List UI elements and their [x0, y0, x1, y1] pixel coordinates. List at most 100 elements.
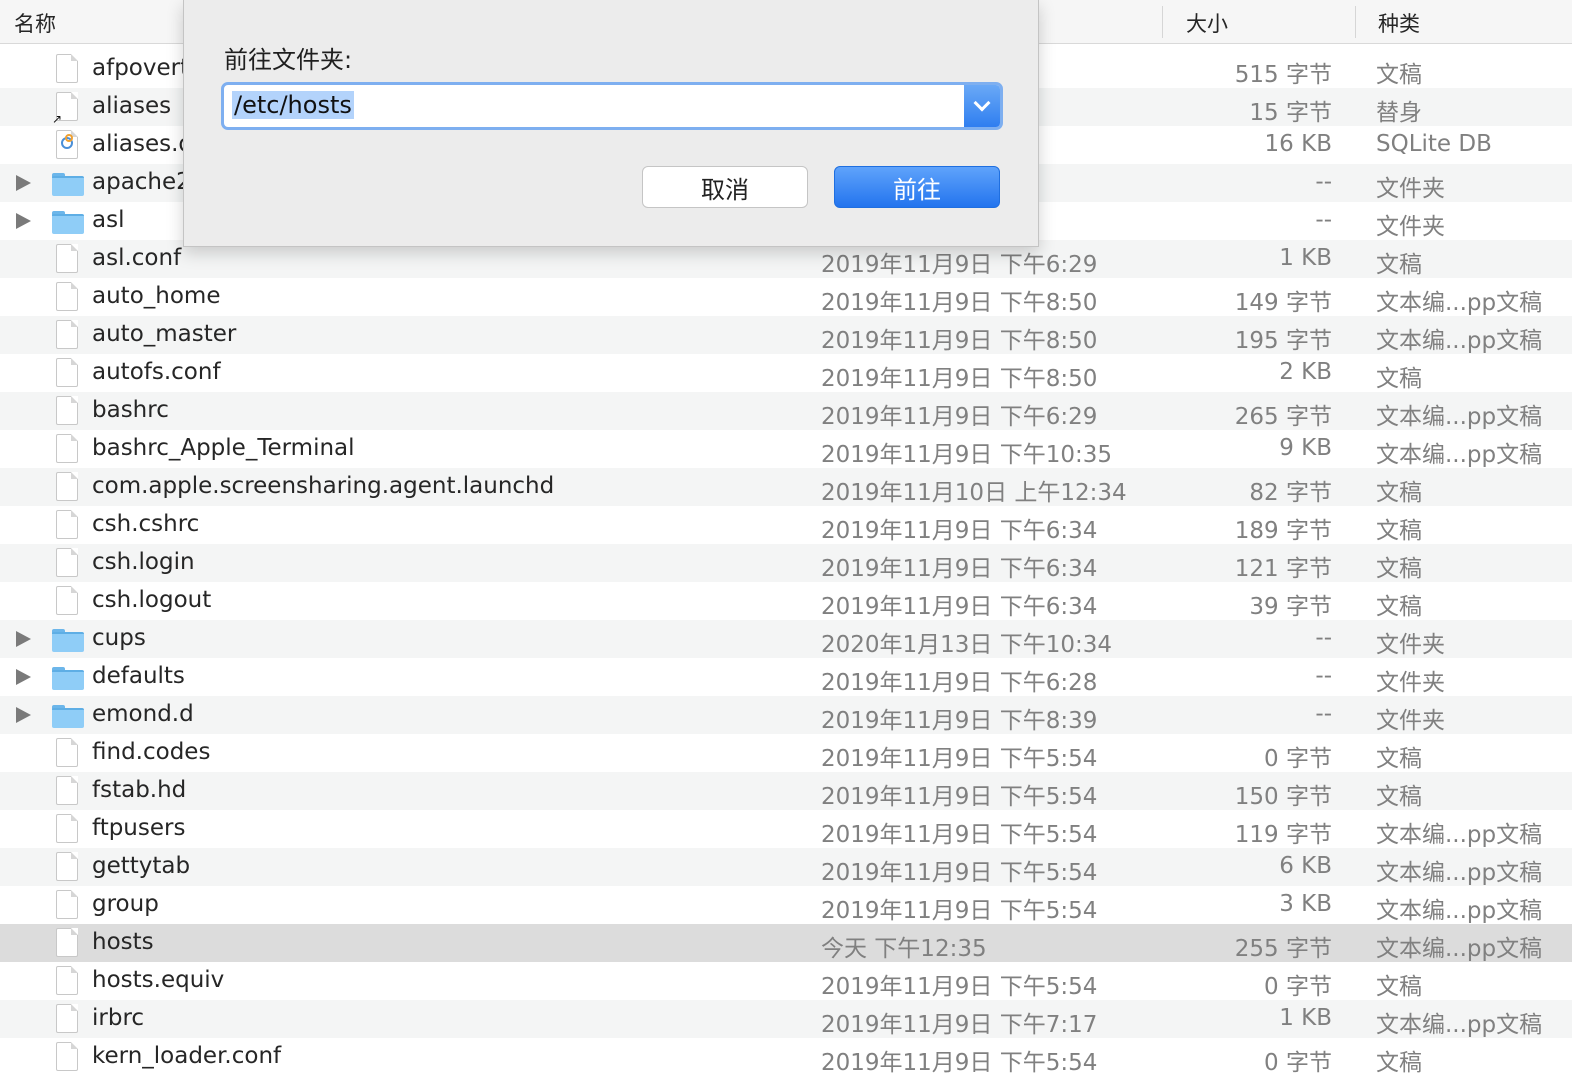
document-icon [56, 928, 78, 957]
file-kind: 文本编...pp文稿 [1376, 822, 1543, 848]
file-name: emond.d [92, 701, 194, 727]
table-row[interactable]: auto_master 2019年11月9日 下午8:50 195 字节 文本编...… [0, 316, 1572, 354]
file-date: 2019年11月9日 下午5:54 [821, 974, 1098, 1000]
document-icon [56, 358, 78, 387]
file-kind: 文本编...pp文稿 [1376, 328, 1543, 354]
file-size: 39 字节 [1249, 594, 1332, 620]
file-size: 119 字节 [1234, 822, 1332, 848]
file-name: hosts [92, 929, 154, 955]
file-date: 2019年11月9日 下午5:54 [821, 1050, 1098, 1076]
table-row[interactable]: bashrc_Apple_Terminal 2019年11月9日 下午10:35 9… [0, 430, 1572, 468]
file-name: bashrc [92, 397, 169, 423]
column-kind-header[interactable]: 种类 [1378, 8, 1420, 38]
file-date: 2019年11月9日 下午5:54 [821, 784, 1098, 810]
table-row[interactable]: group 2019年11月9日 下午5:54 3 KB 文本编...pp文稿 [0, 886, 1572, 924]
table-row[interactable]: fstab.hd 2019年11月9日 下午5:54 150 字节 文稿 [0, 772, 1572, 810]
cancel-button[interactable]: 取消 [642, 166, 808, 208]
file-name: fstab.hd [92, 777, 187, 803]
file-kind: 文稿 [1376, 518, 1422, 544]
file-size: 265 字节 [1234, 404, 1332, 430]
file-kind: 文稿 [1376, 1050, 1422, 1076]
file-size: -- [1315, 663, 1332, 689]
file-name: csh.cshrc [92, 511, 200, 537]
file-size: 82 字节 [1249, 480, 1332, 506]
file-name: com.apple.screensharing.agent.launchd [92, 473, 555, 499]
file-size: 3 KB [1279, 891, 1332, 917]
column-name-header[interactable]: 名称 [14, 8, 56, 38]
table-row[interactable]: defaults 2019年11月9日 下午6:28 -- 文件夹 [0, 658, 1572, 696]
table-row[interactable]: emond.d 2019年11月9日 下午8:39 -- 文件夹 [0, 696, 1572, 734]
file-kind: 文稿 [1376, 556, 1422, 582]
file-date: 2019年11月9日 下午5:54 [821, 822, 1098, 848]
document-icon [56, 738, 78, 767]
file-name: ftpusers [92, 815, 186, 841]
file-kind: 文稿 [1376, 784, 1422, 810]
column-divider[interactable] [1355, 6, 1356, 38]
document-icon [56, 890, 78, 919]
file-size: 195 字节 [1234, 328, 1332, 354]
disclosure-triangle-icon[interactable] [16, 669, 31, 685]
file-name: aliases.d [92, 131, 193, 157]
document-icon [56, 586, 78, 615]
file-date: 2020年1月13日 下午10:34 [821, 632, 1113, 658]
disclosure-triangle-icon[interactable] [16, 631, 31, 647]
file-kind: 文本编...pp文稿 [1376, 442, 1543, 468]
file-name: hosts.equiv [92, 967, 225, 993]
file-size: -- [1315, 207, 1332, 233]
file-kind: 文稿 [1376, 366, 1422, 392]
file-size: 2 KB [1279, 359, 1332, 385]
document-icon [56, 776, 78, 805]
file-size: 149 字节 [1234, 290, 1332, 316]
column-size-header[interactable]: 大小 [1186, 8, 1228, 38]
path-input[interactable]: /etc/hosts [232, 91, 952, 123]
table-row[interactable]: auto_home 2019年11月9日 下午8:50 149 字节 文本编...pp… [0, 278, 1572, 316]
file-size: 9 KB [1279, 435, 1332, 461]
disclosure-triangle-icon[interactable] [16, 213, 31, 229]
file-kind: 文稿 [1376, 974, 1422, 1000]
document-icon [56, 1042, 78, 1071]
table-row[interactable]: ftpusers 2019年11月9日 下午5:54 119 字节 文本编...pp文… [0, 810, 1572, 848]
table-row[interactable]: autofs.conf 2019年11月9日 下午8:50 2 KB 文稿 [0, 354, 1572, 392]
sqlite-icon [65, 134, 73, 142]
folder-icon [52, 667, 84, 690]
path-combo-box[interactable]: /etc/hosts [221, 82, 1003, 130]
file-kind: 替身 [1376, 100, 1422, 126]
document-icon [56, 472, 78, 501]
file-name: bashrc_Apple_Terminal [92, 435, 355, 461]
file-name: autofs.conf [92, 359, 221, 385]
path-dropdown-button[interactable] [964, 85, 1000, 127]
file-name: defaults [92, 663, 185, 689]
table-row[interactable]: cups 2020年1月13日 下午10:34 -- 文件夹 [0, 620, 1572, 658]
disclosure-triangle-icon[interactable] [16, 175, 31, 191]
file-size: 1 KB [1279, 1005, 1332, 1031]
file-size: 255 字节 [1234, 936, 1332, 962]
table-row[interactable]: hosts 今天 下午12:35 255 字节 文本编...pp文稿 [0, 924, 1572, 962]
table-row[interactable]: csh.logout 2019年11月9日 下午6:34 39 字节 文稿 [0, 582, 1572, 620]
table-row[interactable]: csh.cshrc 2019年11月9日 下午6:34 189 字节 文稿 [0, 506, 1572, 544]
document-icon [56, 510, 78, 539]
column-divider[interactable] [1162, 6, 1163, 38]
table-row[interactable]: csh.login 2019年11月9日 下午6:34 121 字节 文稿 [0, 544, 1572, 582]
file-name: auto_master [92, 321, 237, 347]
file-size: 16 KB [1264, 131, 1332, 157]
file-size: 189 字节 [1234, 518, 1332, 544]
file-name: gettytab [92, 853, 191, 879]
document-icon [56, 852, 78, 881]
table-row[interactable]: com.apple.screensharing.agent.launchd 201… [0, 468, 1572, 506]
file-date: 2019年11月9日 下午10:35 [821, 442, 1113, 468]
table-row[interactable]: find.codes 2019年11月9日 下午5:54 0 字节 文稿 [0, 734, 1572, 772]
file-kind: 文本编...pp文稿 [1376, 936, 1543, 962]
table-row[interactable]: hosts.equiv 2019年11月9日 下午5:54 0 字节 文稿 [0, 962, 1572, 1000]
document-icon [56, 548, 78, 577]
file-date: 2019年11月9日 下午8:50 [821, 366, 1098, 392]
table-row[interactable]: bashrc 2019年11月9日 下午6:29 265 字节 文本编...pp文稿 [0, 392, 1572, 430]
path-input-selected-text[interactable]: /etc/hosts [232, 91, 354, 119]
file-size: 150 字节 [1234, 784, 1332, 810]
table-row[interactable]: irbrc 2019年11月9日 下午7:17 1 KB 文本编...pp文稿 [0, 1000, 1572, 1038]
table-row[interactable]: kern_loader.conf 2019年11月9日 下午5:54 0 字节 文稿 [0, 1038, 1572, 1076]
disclosure-triangle-icon[interactable] [16, 707, 31, 723]
go-button[interactable]: 前往 [834, 166, 1000, 208]
table-row[interactable]: gettytab 2019年11月9日 下午5:54 6 KB 文本编...pp文稿 [0, 848, 1572, 886]
file-name: cups [92, 625, 146, 651]
file-date: 2019年11月9日 下午6:29 [821, 252, 1098, 278]
